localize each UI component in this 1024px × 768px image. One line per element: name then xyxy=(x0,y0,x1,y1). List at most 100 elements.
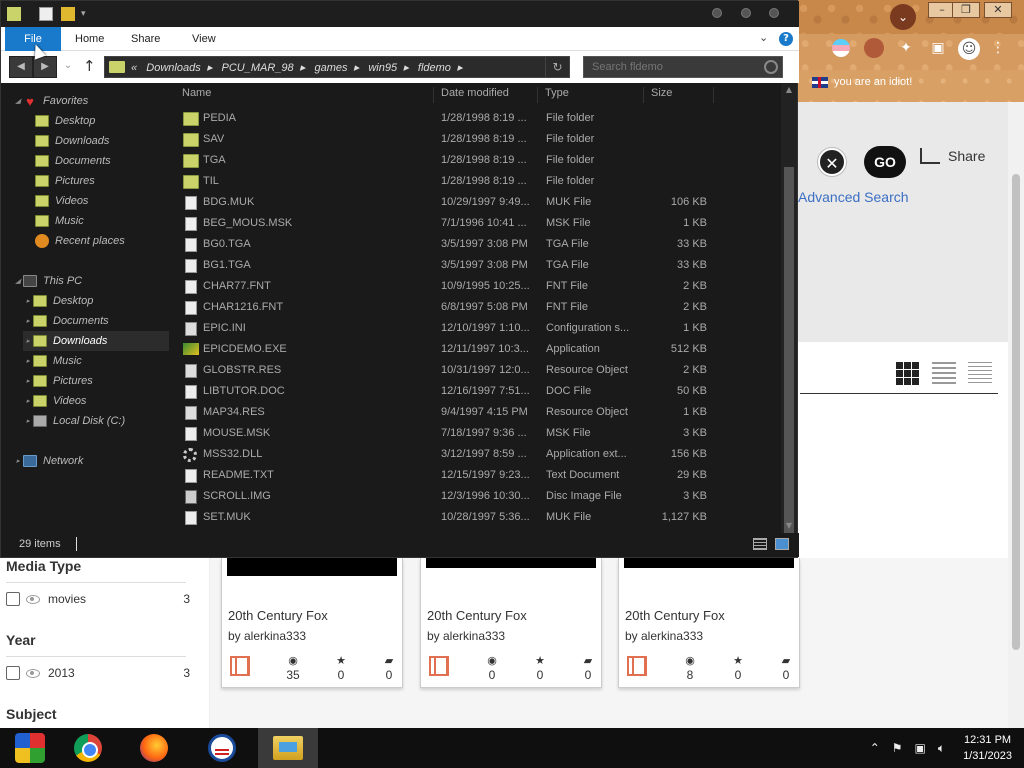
new-folder-icon[interactable] xyxy=(61,7,75,21)
breadcrumb-fldemo[interactable]: fldemo xyxy=(418,62,451,74)
result-card[interactable]: 20th Century Fox by alerkina333 ◉ 0 ★ 0 ▰ 0 xyxy=(420,558,602,688)
file-row[interactable]: BG0.TGA 3/5/1997 3:08 PM TGA File 33 KB xyxy=(173,234,733,255)
column-divider[interactable] xyxy=(643,87,644,103)
chevron-down-icon[interactable]: ◢ xyxy=(13,97,23,105)
nav-this-pc[interactable]: ◢ This PC xyxy=(13,271,82,291)
nav-fav-documents[interactable]: Documents xyxy=(35,151,111,171)
checkbox[interactable] xyxy=(6,666,20,680)
card-author[interactable]: by alerkina333 xyxy=(228,629,306,643)
chevron-right-icon[interactable]: ▸ xyxy=(23,357,33,365)
chevron-right-icon[interactable]: ▸ xyxy=(23,397,33,405)
tab-home[interactable]: Home xyxy=(75,27,104,51)
share-button[interactable]: Share xyxy=(920,148,985,164)
chevron-right-icon[interactable]: ▸ xyxy=(23,417,33,425)
nav-pc-downloads[interactable]: ▸ Downloads xyxy=(23,331,169,351)
nav-fav-downloads[interactable]: Downloads xyxy=(35,131,109,151)
scrollbar-thumb[interactable] xyxy=(784,167,794,543)
checkbox[interactable] xyxy=(6,592,20,606)
nav-pc-videos[interactable]: ▸ Videos xyxy=(23,391,86,411)
maximize-button[interactable] xyxy=(741,8,751,18)
file-row[interactable]: MAP34.RES 9/4/1997 4:15 PM Resource Object… xyxy=(173,402,733,423)
nav-favorites[interactable]: ◢ ♥ Favorites xyxy=(13,91,88,111)
card-author[interactable]: by alerkina333 xyxy=(625,629,703,643)
extensions-puzzle-icon[interactable]: ✦ xyxy=(896,38,916,58)
profile-menu-button[interactable]: ⌄ xyxy=(890,4,916,30)
file-row[interactable]: CHAR1216.FNT 6/8/1997 5:08 PM FNT File 2 KB xyxy=(173,297,733,318)
network-icon[interactable]: ▣ xyxy=(915,741,926,755)
file-row[interactable]: BEG_MOUS.MSK 7/1/1996 10:41 ... MSK File 1 … xyxy=(173,213,733,234)
back-button[interactable]: ◀ xyxy=(9,56,33,78)
facet-option-movies[interactable]: movies 3 xyxy=(6,592,190,606)
go-button[interactable]: GO xyxy=(864,146,906,178)
nav-fav-videos[interactable]: Videos xyxy=(35,191,88,211)
scrollbar-thumb[interactable] xyxy=(1012,174,1020,650)
column-header-type[interactable]: Type xyxy=(545,87,569,99)
nav-fav-music[interactable]: Music xyxy=(35,211,84,231)
card-title[interactable]: 20th Century Fox xyxy=(228,608,328,623)
taskbar-firefox[interactable] xyxy=(124,728,184,768)
page-scrollbar[interactable] xyxy=(1008,102,1024,728)
card-thumbnail[interactable] xyxy=(624,558,794,568)
column-divider[interactable] xyxy=(713,87,714,103)
file-row[interactable]: SCROLL.IMG 12/3/1996 10:30... Disc Image F… xyxy=(173,486,733,507)
bookmark-item[interactable]: you are an idiot! xyxy=(812,76,912,88)
card-title[interactable]: 20th Century Fox xyxy=(625,608,725,623)
clock[interactable]: 12:31 PM 1/31/2023 xyxy=(951,732,1024,764)
volume-icon[interactable]: 🔈︎ xyxy=(938,741,945,756)
column-divider[interactable] xyxy=(537,87,538,103)
column-divider[interactable] xyxy=(433,87,434,103)
nav-pc-local-disk[interactable]: ▸ Local Disk (C:) xyxy=(23,411,125,431)
chevron-down-icon[interactable]: ◢ xyxy=(13,277,23,285)
chevron-right-icon[interactable]: ▸ xyxy=(13,457,23,465)
chevron-right-icon[interactable]: ▸ xyxy=(23,317,33,325)
list-view-icon[interactable] xyxy=(932,362,956,386)
result-card[interactable]: 20th Century Fox by alerkina333 ◉ 8 ★ 0 ▰ 0 xyxy=(618,558,800,688)
nav-network[interactable]: ▸ Network xyxy=(13,451,83,471)
chevron-right-icon[interactable]: ▸ xyxy=(23,377,33,385)
file-row[interactable]: MOUSE.MSK 7/18/1997 9:36 ... MSK File 3 KB xyxy=(173,423,733,444)
scroll-up-icon[interactable]: ▲ xyxy=(781,83,797,97)
breadcrumb-win95[interactable]: win95 xyxy=(368,62,397,74)
expand-ribbon-icon[interactable]: ⌄ xyxy=(759,31,768,44)
search-icon[interactable] xyxy=(764,60,778,74)
chevron-right-icon[interactable]: ▸ xyxy=(23,297,33,305)
column-header-date[interactable]: Date modified xyxy=(441,87,509,99)
tab-share[interactable]: Share xyxy=(131,27,160,51)
start-button[interactable] xyxy=(0,728,60,768)
search-input[interactable] xyxy=(584,57,756,77)
side-panel-icon[interactable]: ▣ xyxy=(928,38,948,58)
file-row[interactable]: TIL 1/28/1998 8:19 ... File folder xyxy=(173,171,733,192)
taskbar-chrome[interactable] xyxy=(58,728,118,768)
profile-avatar-icon[interactable]: ☺ xyxy=(958,38,980,60)
address-bar[interactable]: « Downloads ▸ PCU_MAR_98 ▸ games ▸ win95… xyxy=(104,56,570,78)
extension-avatar-icon[interactable] xyxy=(864,38,884,58)
properties-icon[interactable] xyxy=(39,7,53,21)
column-header-name[interactable]: Name xyxy=(182,87,211,99)
nav-pc-desktop[interactable]: ▸ Desktop xyxy=(23,291,93,311)
close-button[interactable] xyxy=(769,8,779,18)
forward-button[interactable]: ▶ xyxy=(33,56,57,78)
breadcrumb-pcu-mar-98[interactable]: PCU_MAR_98 xyxy=(222,62,294,74)
result-card[interactable]: 20th Century Fox by alerkina333 ◉ 35 ★ 0 ▰… xyxy=(221,558,403,688)
close-button[interactable]: ✕ xyxy=(984,2,1012,18)
file-row[interactable]: MSS32.DLL 3/12/1997 8:59 ... Application e… xyxy=(173,444,733,465)
taskbar-file-explorer[interactable] xyxy=(258,728,318,768)
explorer-titlebar[interactable]: ▾ xyxy=(1,1,799,27)
card-author[interactable]: by alerkina333 xyxy=(427,629,505,643)
file-row[interactable]: SAV 1/28/1998 8:19 ... File folder xyxy=(173,129,733,150)
help-icon[interactable]: ? xyxy=(779,32,793,46)
search-box[interactable] xyxy=(583,56,783,78)
file-row[interactable]: BG1.TGA 3/5/1997 3:08 PM TGA File 33 KB xyxy=(173,255,733,276)
nav-fav-desktop[interactable]: Desktop xyxy=(35,111,95,131)
breadcrumb-downloads[interactable]: Downloads xyxy=(146,62,200,74)
large-icons-view-icon[interactable] xyxy=(775,538,789,550)
file-row[interactable]: SET.MUK 10/28/1997 5:36... MUK File 1,127 K… xyxy=(173,507,733,528)
file-row[interactable]: CHAR77.FNT 10/9/1995 10:25... FNT File 2 KB xyxy=(173,276,733,297)
recent-locations-icon[interactable]: ⌄ xyxy=(61,56,75,78)
file-row[interactable]: GLOBSTR.RES 10/31/1997 12:0... Resource Ob… xyxy=(173,360,733,381)
taskbar-obama-app[interactable] xyxy=(192,728,252,768)
action-center-flag-icon[interactable]: ⚑ xyxy=(892,741,903,755)
file-list-scrollbar[interactable]: ▲ ▼ xyxy=(781,83,797,543)
refresh-icon[interactable]: ↻ xyxy=(545,57,569,77)
facet-option-2013[interactable]: 2013 3 xyxy=(6,666,190,680)
